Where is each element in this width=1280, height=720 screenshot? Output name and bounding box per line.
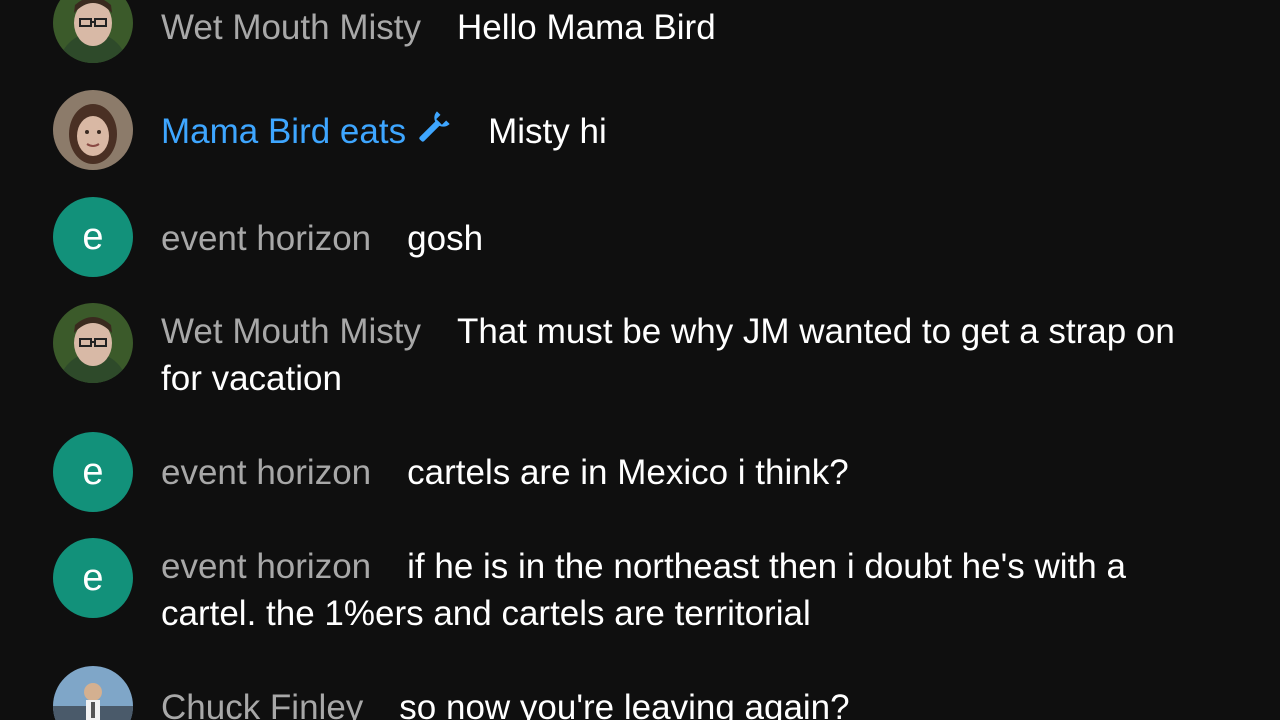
avatar[interactable]: e	[53, 197, 133, 277]
avatar-photo	[53, 666, 133, 720]
wrench-icon	[412, 111, 452, 147]
avatar[interactable]	[53, 303, 133, 383]
author-name[interactable]: event horizon	[161, 219, 371, 258]
message-text: gosh	[407, 219, 484, 258]
message-content: Wet Mouth Misty That must be why JM wante…	[161, 308, 1221, 402]
message-text: Misty hi	[488, 112, 607, 151]
author-name[interactable]: event horizon	[161, 453, 371, 492]
message-content: Mama Bird eats Misty hi	[161, 108, 1221, 155]
message-content: event horizon gosh	[161, 215, 1221, 262]
message-text: cartels are in Mexico i think?	[407, 453, 849, 492]
message-content: event horizon cartels are in Mexico i thi…	[161, 449, 1221, 496]
message-text: Hello Mama Bird	[456, 8, 716, 47]
avatar-photo	[53, 303, 133, 383]
avatar[interactable]	[53, 90, 133, 170]
author-name[interactable]: Wet Mouth Misty	[161, 8, 421, 47]
avatar-photo	[53, 0, 133, 63]
message-content: event horizon if he is in the northeast t…	[161, 543, 1221, 637]
message-text: so now you're leaving again?	[399, 688, 850, 720]
avatar-photo	[53, 90, 133, 170]
avatar[interactable]: e	[53, 538, 133, 618]
avatar[interactable]: e	[53, 432, 133, 512]
author-name[interactable]: event horizon	[161, 547, 371, 586]
author-name[interactable]: Wet Mouth Misty	[161, 312, 421, 351]
live-chat: Wet Mouth Misty Hello Mama Bird Mama Bird…	[0, 0, 1280, 720]
author-name[interactable]: Chuck Finley	[161, 688, 363, 720]
moderator-name: Mama Bird eats	[161, 112, 407, 151]
message-content: Wet Mouth Misty Hello Mama Bird	[161, 4, 1221, 51]
message-content: Chuck Finley so now you're leaving again?	[161, 684, 1221, 720]
avatar[interactable]	[53, 0, 133, 63]
avatar[interactable]	[53, 666, 133, 720]
author-name[interactable]: Mama Bird eats	[161, 111, 452, 151]
